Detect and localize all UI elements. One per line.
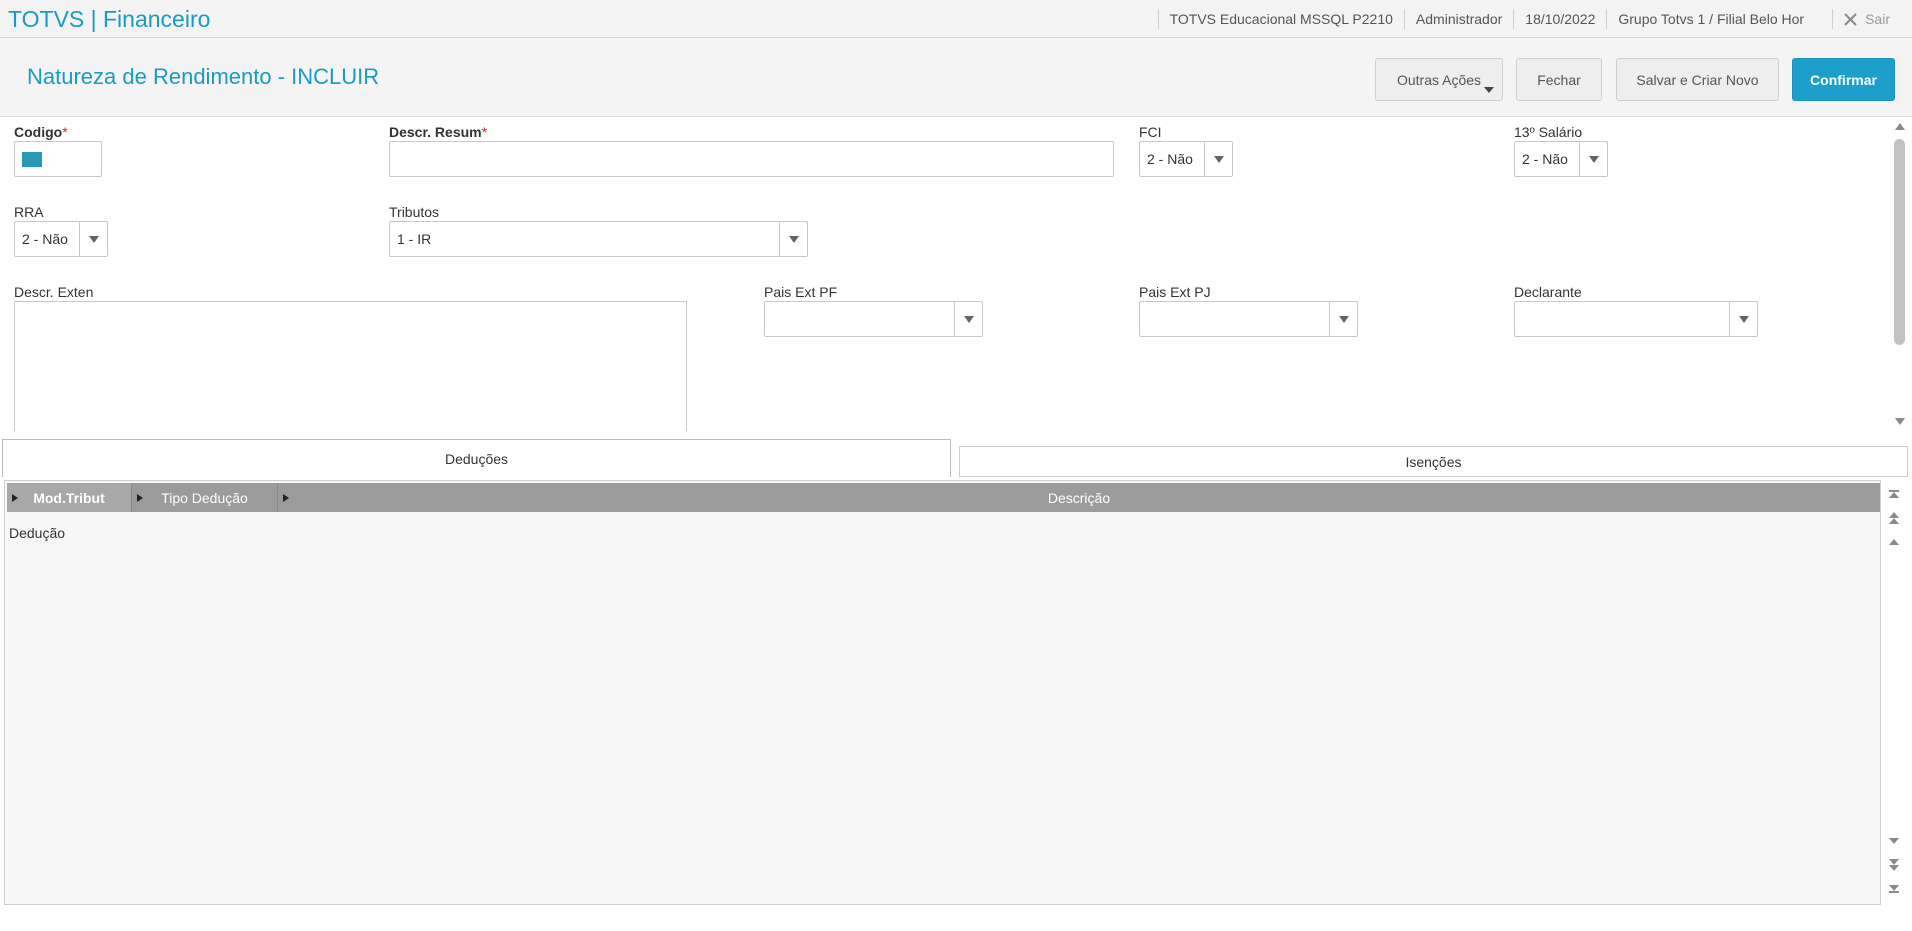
- date-label: 18/10/2022: [1525, 11, 1596, 27]
- fci-value: 2 - Não: [1147, 151, 1193, 167]
- scroll-top-button[interactable]: [1888, 485, 1900, 503]
- divider: [1513, 9, 1515, 29]
- form-scrollbar[interactable]: [1890, 117, 1910, 431]
- close-button[interactable]: Fechar: [1516, 58, 1602, 101]
- save-and-new-label: Salvar e Criar Novo: [1636, 71, 1759, 88]
- column-header-mod-tribut[interactable]: Mod.Tribut: [7, 483, 132, 512]
- close-icon: [1844, 12, 1857, 26]
- exit-label: Sair: [1865, 11, 1890, 27]
- tab-deducoes-label: Deduções: [444, 450, 509, 467]
- descr-exten-label: Descr. Exten: [14, 284, 94, 300]
- save-and-new-button[interactable]: Salvar e Criar Novo: [1616, 58, 1779, 101]
- descr-resum-label: Descr. Resum*: [389, 124, 487, 140]
- tab-deducoes[interactable]: Deduções: [2, 439, 951, 477]
- divider: [1403, 9, 1405, 29]
- page-down-button[interactable]: [1888, 856, 1900, 874]
- chevron-down-icon[interactable]: [79, 222, 107, 256]
- top-bar: TOTVS | Financeiro TOTVS Educacional MSS…: [0, 0, 1912, 38]
- tab-isencoes[interactable]: Isenções: [959, 446, 1908, 477]
- page-title: Natureza de Rendimento - INCLUIR: [27, 64, 380, 89]
- descr-resum-label-text: Descr. Resum: [389, 124, 482, 140]
- codigo-label: Codigo*: [14, 124, 68, 140]
- scroll-up-icon[interactable]: [1895, 123, 1905, 130]
- close-label: Fechar: [1537, 71, 1581, 88]
- fci-label: FCI: [1139, 124, 1162, 140]
- user-label: Administrador: [1415, 11, 1503, 27]
- decimo-terceiro-select[interactable]: 2 - Não: [1514, 141, 1608, 177]
- app-title: TOTVS | Financeiro: [8, 6, 211, 32]
- column-label: Descrição: [1047, 489, 1111, 506]
- other-actions-button[interactable]: Outras Ações: [1375, 58, 1503, 101]
- chevron-down-icon[interactable]: [1579, 142, 1607, 176]
- environment-label: TOTVS Educacional MSSQL P2210: [1169, 11, 1393, 27]
- scroll-down-button[interactable]: [1888, 832, 1900, 850]
- chevron-down-icon[interactable]: [1204, 142, 1232, 176]
- other-actions-label: Outras Ações: [1396, 71, 1482, 88]
- tributos-select[interactable]: 1 - IR: [389, 221, 808, 257]
- chevron-down-icon[interactable]: [1329, 302, 1357, 336]
- required-mark: *: [62, 124, 68, 140]
- pais-ext-pj-label: Pais Ext PJ: [1139, 284, 1211, 300]
- declarante-label: Declarante: [1514, 284, 1582, 300]
- divider: [1832, 9, 1834, 29]
- grid-row[interactable]: Dedução: [9, 525, 65, 541]
- column-header-descricao[interactable]: Descrição: [278, 483, 1880, 512]
- grid-header: Mod.Tribut Tipo Dedução Descrição: [7, 483, 1880, 512]
- divider: [1157, 9, 1159, 29]
- decimo-terceiro-value: 2 - Não: [1522, 151, 1568, 167]
- decimo-terceiro-label: 13º Salário: [1514, 124, 1583, 140]
- exit-button[interactable]: Sair: [1844, 11, 1890, 27]
- branch-label[interactable]: Grupo Totvs 1 / Filial Belo Hor: [1618, 11, 1804, 27]
- codigo-label-text: Codigo: [14, 124, 63, 140]
- confirm-label: Confirmar: [1810, 71, 1877, 88]
- tab-isencoes-label: Isenções: [1405, 453, 1462, 470]
- column-label: Tipo Dedução: [161, 489, 248, 506]
- divider: [1606, 9, 1608, 29]
- chevron-down-icon[interactable]: [1729, 302, 1757, 336]
- required-mark: *: [481, 124, 488, 140]
- page-up-button[interactable]: [1888, 509, 1900, 527]
- tributos-label: Tributos: [389, 204, 440, 220]
- pais-ext-pf-select[interactable]: [764, 301, 983, 337]
- top-info: TOTVS Educacional MSSQL P2210 Administra…: [1147, 0, 1912, 38]
- page-header: Natureza de Rendimento - INCLUIR Outras …: [0, 38, 1912, 117]
- expand-icon: [283, 494, 289, 502]
- form-area: Codigo* Descr. Resum* FCI 2 - Não 13º Sa…: [0, 117, 1912, 431]
- chevron-down-icon[interactable]: [954, 302, 982, 336]
- rra-label: RRA: [14, 204, 44, 220]
- scroll-down-icon[interactable]: [1895, 418, 1905, 425]
- descr-exten-textarea[interactable]: [14, 301, 687, 431]
- deducoes-grid: Mod.Tribut Tipo Dedução Descrição Deduçã…: [4, 480, 1881, 905]
- chevron-down-icon[interactable]: [779, 222, 807, 256]
- scroll-up-button[interactable]: [1888, 533, 1900, 551]
- descr-resum-field[interactable]: [389, 141, 1114, 177]
- pais-ext-pf-label: Pais Ext PF: [764, 284, 838, 300]
- rra-value: 2 - Não: [22, 231, 68, 247]
- column-header-tipo-deducao[interactable]: Tipo Dedução: [132, 483, 278, 512]
- expand-icon: [137, 494, 143, 502]
- scrollbar-thumb[interactable]: [1894, 139, 1905, 345]
- confirm-button[interactable]: Confirmar: [1792, 58, 1895, 101]
- rra-select[interactable]: 2 - Não: [14, 221, 108, 257]
- declarante-select[interactable]: [1514, 301, 1758, 337]
- column-label: Mod.Tribut: [33, 489, 105, 506]
- pais-ext-pj-select[interactable]: [1139, 301, 1358, 337]
- tributos-value: 1 - IR: [397, 231, 432, 247]
- grid-scrollbar: [1882, 480, 1906, 905]
- codigo-field[interactable]: [14, 141, 102, 177]
- fci-select[interactable]: 2 - Não: [1139, 141, 1233, 177]
- lookup-color-swatch: [22, 152, 42, 167]
- expand-icon: [12, 494, 18, 502]
- scroll-bottom-button[interactable]: [1888, 880, 1900, 898]
- chevron-down-icon: [1484, 87, 1494, 93]
